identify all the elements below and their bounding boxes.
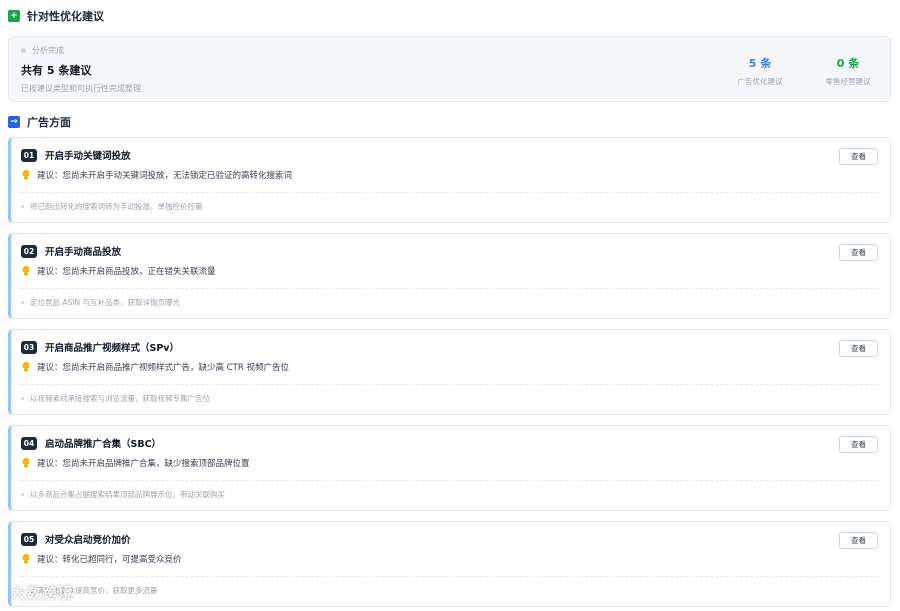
lightbulb-icon xyxy=(21,169,31,181)
view-button[interactable]: 查看 xyxy=(839,340,878,357)
section-header-optimization: + 针对性优化建议 xyxy=(8,8,891,24)
status-dot-icon xyxy=(21,48,26,53)
bullet-icon xyxy=(21,205,24,208)
card-detail: 以视频素材承接搜索与浏览流量，获取视频专属广告位 xyxy=(30,394,210,403)
bullet-icon xyxy=(21,397,24,400)
card-suggestion: 建议：转化已超同行，可提高受众竞价 xyxy=(37,555,182,565)
plus-icon: + xyxy=(8,10,20,22)
suggestion-card: 05 对受众启动竞价加价 查看 建议：转化已超同行，可提高受众竞价 对高转化受众… xyxy=(8,521,891,607)
stat-number: 5 条 xyxy=(748,57,772,70)
card-detail: 以多商品合集占据搜索结果顶部品牌展示位，带动关联购买 xyxy=(30,490,225,499)
stat-number: 0 条 xyxy=(836,57,860,70)
bullet-icon xyxy=(21,493,24,496)
suggestion-card: 03 开启商品推广视频样式（SPv） 查看 建议：您尚未开启商品推广视频样式广告… xyxy=(8,329,891,415)
status-text: 分析完成 xyxy=(32,46,64,55)
index-badge: 05 xyxy=(21,532,37,546)
card-title: 对受众启动竞价加价 xyxy=(45,535,131,546)
stat-label: 广告优化建议 xyxy=(737,77,783,86)
index-badge: 04 xyxy=(21,436,37,450)
lightbulb-icon xyxy=(21,265,31,277)
lightbulb-icon xyxy=(21,457,31,469)
card-detail: 定位竞品 ASIN 与互补品类，获取详情页曝光 xyxy=(30,298,180,307)
divider xyxy=(21,384,878,385)
stat-retail-suggestions: 0 条 零售经营建议 xyxy=(813,55,883,87)
section-title: 广告方面 xyxy=(27,116,71,129)
view-button[interactable]: 查看 xyxy=(839,148,878,165)
divider xyxy=(21,288,878,289)
suggestion-card: 02 开启手动商品投放 查看 建议：您尚未开启商品投放，正在错失关联流量 定位竞… xyxy=(8,233,891,319)
divider xyxy=(21,192,878,193)
index-badge: 02 xyxy=(21,244,37,258)
lightbulb-icon xyxy=(21,553,31,565)
arrow-right-icon: → xyxy=(8,116,20,128)
index-badge: 03 xyxy=(21,340,37,354)
suggestion-list: 01 开启手动关键词投放 查看 建议：您尚未开启手动关键词投放，无法锁定已验证的… xyxy=(8,137,891,607)
watermark: 大数跨境 xyxy=(10,584,75,602)
card-suggestion: 建议：您尚未开启商品投放，正在错失关联流量 xyxy=(37,267,216,277)
view-button[interactable]: 查看 xyxy=(839,244,878,261)
card-suggestion: 建议：您尚未开启商品推广视频样式广告，缺少高 CTR 视频广告位 xyxy=(37,363,289,373)
card-title: 开启手动商品投放 xyxy=(45,247,122,258)
card-suggestion: 建议：您尚未开启手动关键词投放，无法锁定已验证的高转化搜索词 xyxy=(37,171,293,181)
page: + 针对性优化建议 分析完成 共有 5 条建议 已按建议类型和可执行性完成整理 … xyxy=(0,0,900,611)
stat-ad-suggestions: 5 条 广告优化建议 xyxy=(725,55,795,87)
bullet-icon xyxy=(21,301,24,304)
lightbulb-icon xyxy=(21,361,31,373)
stat-label: 零售经营建议 xyxy=(825,77,871,86)
suggestion-card: 04 启动品牌推广合集（SBC） 查看 建议：您尚未开启品牌推广合集，缺少搜索顶… xyxy=(8,425,891,511)
card-title: 开启手动关键词投放 xyxy=(45,151,131,162)
card-detail: 将已跑出转化的搜索词转为手动投放，单独控价控量 xyxy=(30,202,203,211)
view-button[interactable]: 查看 xyxy=(839,532,878,549)
divider xyxy=(21,480,878,481)
index-badge: 01 xyxy=(21,148,37,162)
divider xyxy=(21,576,878,577)
section-header-ads: → 广告方面 xyxy=(8,114,891,130)
section-title: 针对性优化建议 xyxy=(27,10,104,23)
card-title: 启动品牌推广合集（SBC） xyxy=(45,439,162,450)
view-button[interactable]: 查看 xyxy=(839,436,878,453)
card-title: 开启商品推广视频样式（SPv） xyxy=(45,343,179,354)
card-suggestion: 建议：您尚未开启品牌推广合集，缺少搜索顶部品牌位置 xyxy=(37,459,250,469)
suggestion-card: 01 开启手动关键词投放 查看 建议：您尚未开启手动关键词投放，无法锁定已验证的… xyxy=(8,137,891,223)
summary-panel: 分析完成 共有 5 条建议 已按建议类型和可执行性完成整理 5 条 广告优化建议… xyxy=(8,36,891,102)
